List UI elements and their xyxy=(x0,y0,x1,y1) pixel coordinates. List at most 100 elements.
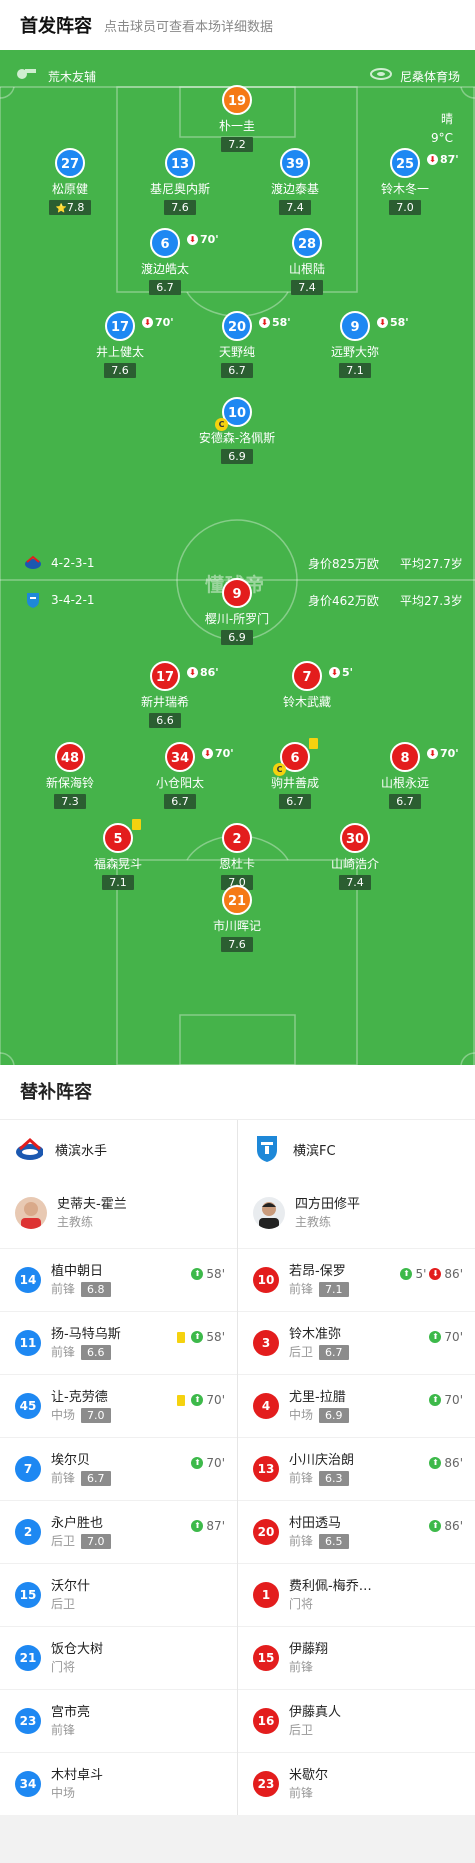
bench-player-row[interactable]: 15 沃尔什 后卫 xyxy=(0,1563,237,1626)
rating-value: 7.6 xyxy=(171,201,189,214)
pitch-player[interactable]: 28 山根陆 7.4 xyxy=(247,228,367,295)
player-rating: 6.9 xyxy=(221,449,253,464)
pitch-player[interactable]: 20 ⬇ 58' 天野纯 6.7 xyxy=(177,311,297,378)
rating-value: 7.4 xyxy=(286,201,304,214)
pitch-player[interactable]: 6 ⬇ 70' 渡边皓太 6.7 xyxy=(105,228,225,295)
bench-player-row[interactable]: 15 伊藤翔 前锋 xyxy=(238,1626,475,1689)
bench-player-position: 中场 xyxy=(51,1785,76,1800)
sub-out-icon: ⬇ xyxy=(187,667,198,678)
bench-player-row[interactable]: 1 费利佩-梅乔… 门将 xyxy=(238,1563,475,1626)
pitch-player[interactable]: 8 ⬇ 70' 山根永远 6.7 xyxy=(345,742,465,809)
sub-out-icon: ⬇ xyxy=(142,317,153,328)
bench-player-row[interactable]: 45 让-克劳德 中场 7.0 ⬆ 70' xyxy=(0,1374,237,1437)
bench-player-row[interactable]: 20 村田透马 前锋 6.5 ⬆ 86' xyxy=(238,1500,475,1563)
bench-player-name: 伊藤真人 xyxy=(289,1704,342,1720)
home-team-logo-icon xyxy=(15,1135,43,1163)
sub-off-indicator: ⬇ 70' xyxy=(427,739,459,769)
bench-player-row[interactable]: 2 永户胜也 后卫 7.0 ⬆ 87' xyxy=(0,1500,237,1563)
player-name: 新保海铃 xyxy=(45,776,94,790)
sub-in-minute: 70' xyxy=(206,1456,225,1470)
sub-in-minute: 70' xyxy=(444,1330,463,1344)
bench-player-row[interactable]: 13 小川庆治朗 前锋 6.3 ⬆ 86' xyxy=(238,1437,475,1500)
pitch-player[interactable]: 9 ⬇ 58' 远野大弥 7.1 xyxy=(295,311,415,378)
bench-player-name: 宫市亮 xyxy=(51,1704,91,1720)
pitch-player[interactable]: 13 基尼奥内斯 7.6 xyxy=(120,148,240,215)
away-coach-row[interactable]: 四方田修平 主教练 xyxy=(238,1178,475,1248)
player-number: 2 xyxy=(232,832,242,847)
player-number: 25 xyxy=(395,157,415,172)
bench-player-number: 3 xyxy=(253,1330,279,1356)
home-coach-row[interactable]: 史蒂夫-霍兰 主教练 xyxy=(0,1178,237,1248)
rating-value: 6.7 xyxy=(286,795,304,808)
player-rating: 7.4 xyxy=(339,875,371,890)
player-rating: 6.9 xyxy=(221,630,253,645)
rating-value: 7.3 xyxy=(61,795,79,808)
pitch-player[interactable]: 9 樱川-所罗门 6.9 xyxy=(177,578,297,645)
yellow-card-icon xyxy=(177,1394,186,1406)
pitch-player[interactable]: 19 朴一圭 7.2 xyxy=(177,85,297,152)
player-number-badge: 13 xyxy=(165,148,195,178)
bench-player-row[interactable]: 23 米歇尔 前锋 xyxy=(238,1752,475,1815)
player-number-badge: 48 xyxy=(55,742,85,772)
sub-events: ⬆ 70' xyxy=(429,1330,463,1344)
home-value: 身价825万欧 xyxy=(308,557,379,571)
bench-player-row[interactable]: 21 饭仓大树 门将 xyxy=(0,1626,237,1689)
sub-events: ⬆ 86' xyxy=(429,1519,463,1533)
bench-player-rating: 6.6 xyxy=(81,1344,111,1360)
bench-player-row[interactable]: 10 若昂-保罗 前锋 7.1 ⬆ 5' ⬇ 86' xyxy=(238,1248,475,1311)
sub-out-icon: ⬇ xyxy=(429,1268,442,1280)
bench-player-position: 前锋 xyxy=(51,1281,76,1296)
rating-value: 6.9 xyxy=(228,631,246,644)
pitch-player[interactable]: 30 山崎浩介 7.4 xyxy=(295,823,415,890)
bench-player-row[interactable]: 4 尤里-拉腊 中场 6.9 ⬆ 70' xyxy=(238,1374,475,1437)
pitch-player[interactable]: 34 ⬇ 70' 小仓阳太 6.7 xyxy=(120,742,240,809)
pitch-player[interactable]: 10 C 安德森-洛佩斯 6.9 xyxy=(177,397,297,464)
pitch-player[interactable]: 5 福森晃斗 7.1 xyxy=(58,819,178,890)
player-name: 驹井善成 xyxy=(270,776,319,790)
pitch-player[interactable]: 25 ⬇ 87' 铃木冬一 7.0 xyxy=(345,148,465,215)
pitch-player[interactable]: 27 松原健 ⭐7.8 xyxy=(10,148,130,215)
player-name: 远野大弥 xyxy=(330,345,379,359)
home-team-row[interactable]: 横滨水手 xyxy=(0,1120,237,1178)
pitch-player[interactable]: 2 恩杜卡 7.0 xyxy=(177,823,297,890)
bench-player-position: 前锋 xyxy=(51,1722,76,1737)
sub-out-icon: ⬇ xyxy=(202,748,213,759)
player-number: 19 xyxy=(227,94,247,109)
bench-player-row[interactable]: 34 木村卓斗 中场 xyxy=(0,1752,237,1815)
player-rating: 6.7 xyxy=(389,794,421,809)
player-rating: 7.1 xyxy=(102,875,134,890)
sub-in-icon: ⬆ xyxy=(429,1394,442,1406)
sub-in-icon: ⬆ xyxy=(191,1394,204,1406)
sub-minute: 70' xyxy=(155,316,174,329)
away-bench-column: 横滨FC 四方田修平 主教练 10 若昂-保罗 前锋 7.1 ⬆ 5' ⬇ 86' 3 铃木准弥后… xyxy=(238,1120,475,1815)
pitch-player[interactable]: 17 ⬇ 86' 新井瑞希 6.6 xyxy=(105,661,225,728)
bench-player-row[interactable]: 14 植中朝日 前锋 6.8 ⬆ 58' xyxy=(0,1248,237,1311)
pitch-player[interactable]: 21 市川晖记 7.6 xyxy=(177,885,297,952)
player-name: 山根陆 xyxy=(288,262,325,276)
bench-player-position: 前锋 xyxy=(51,1344,76,1359)
player-rating: 7.1 xyxy=(339,363,371,378)
sub-off-indicator: ⬇ 70' xyxy=(142,308,174,338)
player-name: 基尼奥内斯 xyxy=(149,182,210,196)
bench-player-row[interactable]: 7 埃尔贝 前锋 6.7 ⬆ 70' xyxy=(0,1437,237,1500)
bench-player-number: 21 xyxy=(15,1645,41,1671)
player-number-badge: 19 xyxy=(222,85,252,115)
pitch-player[interactable]: 48 新保海铃 7.3 xyxy=(10,742,130,809)
away-team-row[interactable]: 横滨FC xyxy=(238,1120,475,1178)
pitch-player[interactable]: 39 渡边泰基 7.4 xyxy=(235,148,355,215)
pitch-player[interactable]: 17 ⬇ 70' 井上健太 7.6 xyxy=(60,311,180,378)
bench-section: 替补阵容 横滨水手 史蒂夫-霍兰 主教练 14 植中朝日 前锋 6.8 ⬆ 58' 11 扬-… xyxy=(0,1065,475,1815)
sub-in-icon: ⬆ xyxy=(429,1457,442,1469)
pitch-player[interactable]: 7 ⬇ 5' 铃木武藏 xyxy=(247,661,367,709)
pitch-player[interactable]: 6 C 驹井善成 6.7 xyxy=(235,738,355,809)
rating-value: 7.1 xyxy=(346,364,364,377)
bench-player-row[interactable]: 11 扬-马特乌斯 前锋 6.6 ⬆ 58' xyxy=(0,1311,237,1374)
sub-minute: 87' xyxy=(440,153,459,166)
bench-player-number: 20 xyxy=(253,1519,279,1545)
bench-player-row[interactable]: 23 宫市亮 前锋 xyxy=(0,1689,237,1752)
bench-player-row[interactable]: 3 铃木准弥 后卫 6.7 ⬆ 70' xyxy=(238,1311,475,1374)
bench-player-row[interactable]: 16 伊藤真人 后卫 xyxy=(238,1689,475,1752)
sub-in-icon: ⬆ xyxy=(191,1457,204,1469)
referee-name: 荒木友辅 xyxy=(48,70,97,84)
player-name: 樱川-所罗门 xyxy=(204,612,270,626)
